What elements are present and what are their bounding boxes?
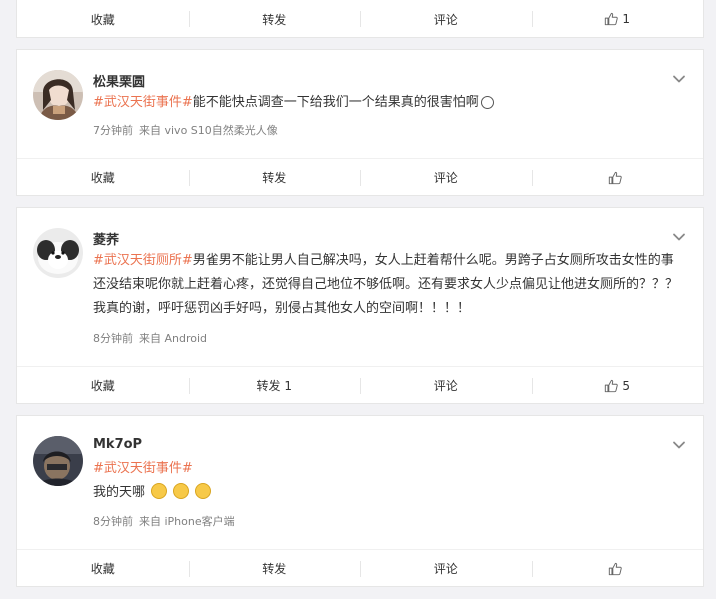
collect-label: 收藏 [90,562,115,576]
collect-button[interactable]: 收藏 [17,159,189,196]
post-content: #武汉天街事件#能不能快点调查一下给我们一个结果真的很害怕啊 [93,91,685,115]
like-button[interactable] [531,159,704,196]
repost-label: 转发 [262,171,287,185]
action-bar: 收藏 转发 1 评论 5 [17,366,703,404]
comment-button[interactable]: 评论 [360,0,532,38]
comment-button[interactable]: 评论 [360,367,532,404]
repost-button[interactable]: 转发 1 [188,367,361,404]
comment-label: 评论 [433,562,458,576]
like-count: 1 [622,12,631,26]
hashtag-link[interactable]: #武汉天街厕所# [93,253,193,268]
hashtag-link[interactable]: #武汉天街事件# [93,461,193,476]
post-card: 松果栗圆 #武汉天街事件#能不能快点调查一下给我们一个结果真的很害怕啊 7分钟前… [16,49,704,196]
crying-emoji-icon [195,483,212,499]
collect-label: 收藏 [90,171,115,185]
chevron-down-icon[interactable] [671,229,687,245]
post-meta: 8分钟前 来自 iPhone客户端 [93,513,235,529]
avatar[interactable] [33,70,83,120]
collect-label: 收藏 [90,379,115,393]
username[interactable]: Mk7oP [93,437,142,452]
repost-label: 转发 [262,562,287,576]
repost-button[interactable]: 转发 [188,159,361,196]
repost-label: 转发 [262,12,287,27]
post-time[interactable]: 8分钟前 [93,332,133,345]
post-card: 菱荞 #武汉天街厕所#男雀男不能让男人自己解决吗，女人上赶着帮什么呢。男跨子占女… [16,207,704,404]
post-content: #武汉天街厕所#男雀男不能让男人自己解决吗，女人上赶着帮什么呢。男跨子占女厕所攻… [93,249,685,321]
comment-button[interactable]: 评论 [360,159,532,196]
smile-emoji-icon [480,96,494,109]
thumbs-up-icon [609,562,622,575]
thumbs-up-icon [609,171,622,184]
chevron-down-icon[interactable] [671,71,687,87]
like-count: 5 [622,378,631,393]
post-meta: 8分钟前 来自 Android [93,330,207,346]
post-source: 来自 iPhone客户端 [139,515,235,528]
post-text: 能不能快点调查一下给我们一个结果真的很害怕啊 [192,95,479,110]
avatar[interactable] [33,228,83,278]
post-text: 我的天哪 [93,485,146,500]
post-meta: 7分钟前 来自 vivo S10自然柔光人像 [93,122,278,138]
action-bar: 收藏 转发 评论 [17,549,703,587]
collect-button[interactable]: 收藏 [17,550,189,587]
chevron-down-icon[interactable] [671,437,687,453]
action-bar: 收藏 转发 评论 [17,158,703,196]
thumbs-up-icon [605,12,619,26]
post-time[interactable]: 7分钟前 [93,124,133,137]
hashtag-link[interactable]: #武汉天街事件# [93,95,193,110]
post-card: Mk7oP #武汉天街事件# 我的天哪 8分钟前 来自 iPhone客户端 收藏 … [16,415,704,587]
post-content: #武汉天街事件# 我的天哪 [93,457,685,505]
collect-button[interactable]: 收藏 [17,367,189,404]
thumbs-up-icon [605,379,619,392]
repost-button[interactable]: 转发 [188,550,361,587]
comment-button[interactable]: 评论 [360,550,532,587]
post-source: 来自 vivo S10自然柔光人像 [139,124,278,137]
repost-label: 转发 1 [256,379,292,393]
comment-label: 评论 [433,12,458,27]
post-source: 来自 Android [139,332,208,345]
collect-label: 收藏 [90,12,115,27]
like-button[interactable] [531,550,704,587]
post-card-previous: 收藏 转发 评论 1 [16,0,704,38]
post-time[interactable]: 8分钟前 [93,515,133,528]
avatar[interactable] [33,436,83,486]
crying-emoji-icon [173,483,190,499]
repost-button[interactable]: 转发 [188,0,361,38]
comment-label: 评论 [433,171,458,185]
username[interactable]: 松果栗圆 [93,71,145,90]
like-button[interactable]: 5 [531,367,704,404]
action-bar: 收藏 转发 评论 1 [17,0,703,38]
crying-emoji-icon [151,483,168,499]
collect-button[interactable]: 收藏 [17,0,189,38]
like-button[interactable]: 1 [531,0,704,38]
username[interactable]: 菱荞 [93,229,119,248]
comment-label: 评论 [433,379,458,393]
